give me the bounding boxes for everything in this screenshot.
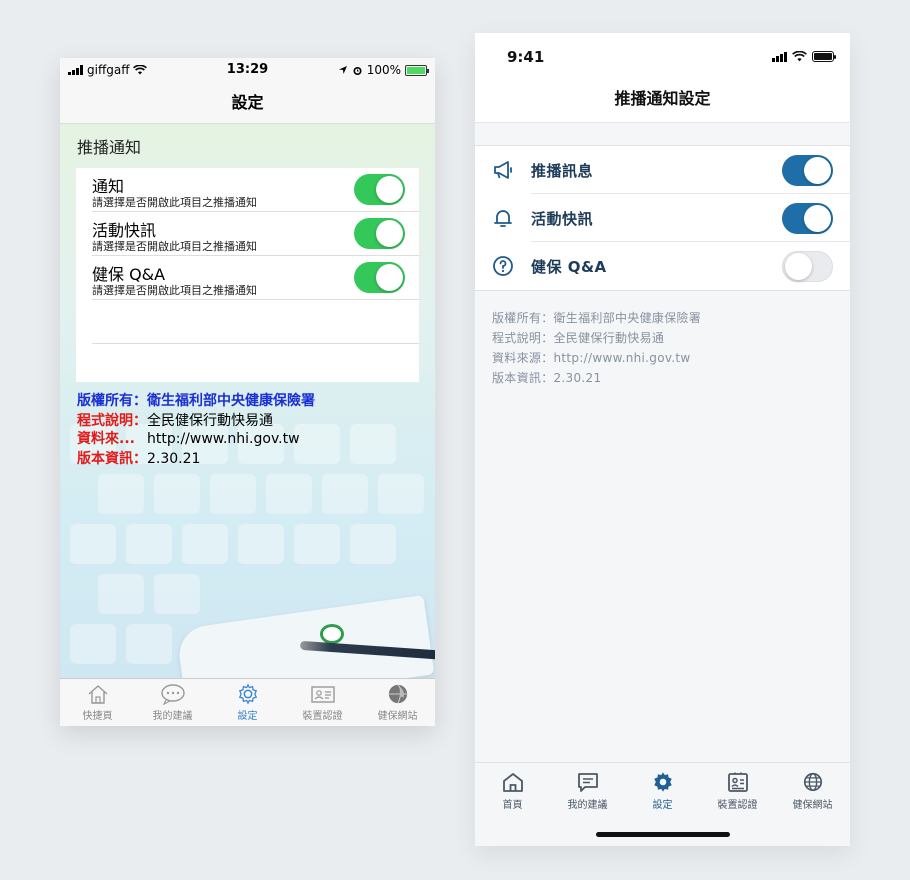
info-copyright: 版權所有：衛生福利部中央健康保險署 <box>77 393 315 409</box>
row-subtitle: 請選擇是否開啟此項目之推播通知 <box>92 196 257 209</box>
message-icon <box>577 773 598 792</box>
notification-list: 推播訊息 活動快訊 健保 Q&A <box>475 145 850 291</box>
info-copyright: 版權所有：衛生福利部中央健康保險署 <box>492 311 702 325</box>
gear-icon <box>653 772 672 792</box>
info-version: 版本資訊：2.30.21 <box>77 451 201 467</box>
page-title: 設定 <box>60 82 435 124</box>
toggle-events[interactable] <box>782 203 833 234</box>
old-design-screen: giffgaff 13:29 100% 設定 推播通知 通知 請選擇是否開啟此項… <box>60 58 435 726</box>
location-icon <box>338 66 347 74</box>
toggle-messages[interactable] <box>782 155 833 186</box>
tab-suggestions[interactable]: 我的建議 <box>135 679 210 726</box>
alarm-icon <box>353 66 362 75</box>
toggle-general[interactable] <box>354 174 405 205</box>
row-label: 推播訊息 <box>531 162 594 180</box>
info-source: 資料來源：http://www.nhi.gov.tw <box>492 351 691 365</box>
tab-bar: 快捷頁 我的建議 設定 裝置認證 健保網站 <box>60 678 435 726</box>
tab-home[interactable]: 首頁 <box>475 771 550 811</box>
notify-row-general: 通知 請選擇是否開啟此項目之推播通知 <box>92 168 419 212</box>
battery-icon <box>812 51 836 62</box>
info-version: 版本資訊：2.30.21 <box>492 371 602 385</box>
tab-settings[interactable]: 設定 <box>625 771 700 811</box>
wifi-icon <box>792 51 807 62</box>
toggle-events[interactable] <box>354 218 405 249</box>
tab-suggestions[interactable]: 我的建議 <box>550 771 625 811</box>
notify-row-messages: 推播訊息 <box>475 146 850 194</box>
info-description: 程式說明：全民健保行動快易通 <box>77 413 273 429</box>
status-time: 9:41 <box>507 48 545 66</box>
toggle-qa[interactable] <box>782 251 833 282</box>
status-bar: giffgaff 13:29 100% <box>60 58 435 82</box>
tab-device-auth[interactable]: 裝置認證 <box>285 679 360 726</box>
tab-website[interactable]: 健保網站 <box>775 771 850 811</box>
page-title: 推播通知設定 <box>475 77 850 123</box>
notify-row-qa: 健保 Q&A 請選擇是否開啟此項目之推播通知 <box>92 256 419 300</box>
notify-row-events: 活動快訊 <box>475 194 850 242</box>
tab-settings[interactable]: 設定 <box>210 679 285 726</box>
globe-icon <box>803 772 822 792</box>
id-card-icon <box>310 686 335 703</box>
row-label: 健保 Q&A <box>531 258 607 276</box>
home-icon <box>88 685 107 704</box>
chat-icon <box>160 684 185 705</box>
info-source: 資料來... http://www.nhi.gov.tw <box>77 431 300 447</box>
notify-row-qa: 健保 Q&A <box>475 242 850 290</box>
battery-icon <box>405 64 429 76</box>
status-right: 100% <box>338 63 429 77</box>
battery-percent: 100% <box>366 63 401 77</box>
home-indicator[interactable] <box>596 832 730 837</box>
bell-icon <box>494 210 512 227</box>
notification-card: 通知 請選擇是否開啟此項目之推播通知 活動快訊 請選擇是否開啟此項目之推播通知 … <box>76 168 419 382</box>
row-subtitle: 請選擇是否開啟此項目之推播通知 <box>92 284 257 297</box>
question-icon <box>493 256 513 276</box>
status-bar: 9:41 <box>475 33 850 77</box>
section-title: 推播通知 <box>77 138 142 157</box>
megaphone-icon <box>494 161 512 179</box>
gear-icon <box>238 683 257 705</box>
signal-icon <box>772 51 787 62</box>
decorative-pen-illustration <box>170 594 435 678</box>
tab-website[interactable]: 健保網站 <box>360 679 435 726</box>
tab-bar: 首頁 我的建議 設定 裝置認證 健保網站 <box>475 762 850 846</box>
tab-device-auth[interactable]: 裝置認證 <box>700 771 775 811</box>
notify-row-events: 活動快訊 請選擇是否開啟此項目之推播通知 <box>92 212 419 256</box>
row-subtitle: 請選擇是否開啟此項目之推播通知 <box>92 240 257 253</box>
id-card-icon <box>727 772 748 792</box>
tab-home[interactable]: 快捷頁 <box>60 679 135 726</box>
info-description: 程式說明：全民健保行動快易通 <box>492 331 665 345</box>
new-design-screen: 9:41 推播通知設定 推播訊息 活動快訊 健保 Q&A 版權所有：衛生福利部中… <box>475 33 850 846</box>
status-right <box>772 51 836 62</box>
toggle-qa[interactable] <box>354 262 405 293</box>
empty-row <box>92 300 419 344</box>
settings-content: 推播通知 通知 請選擇是否開啟此項目之推播通知 活動快訊 請選擇是否開啟此項目之… <box>60 124 435 678</box>
globe-icon <box>388 684 407 704</box>
row-label: 活動快訊 <box>531 210 594 228</box>
home-icon <box>502 773 523 792</box>
nhi-logo-icon <box>320 624 344 644</box>
